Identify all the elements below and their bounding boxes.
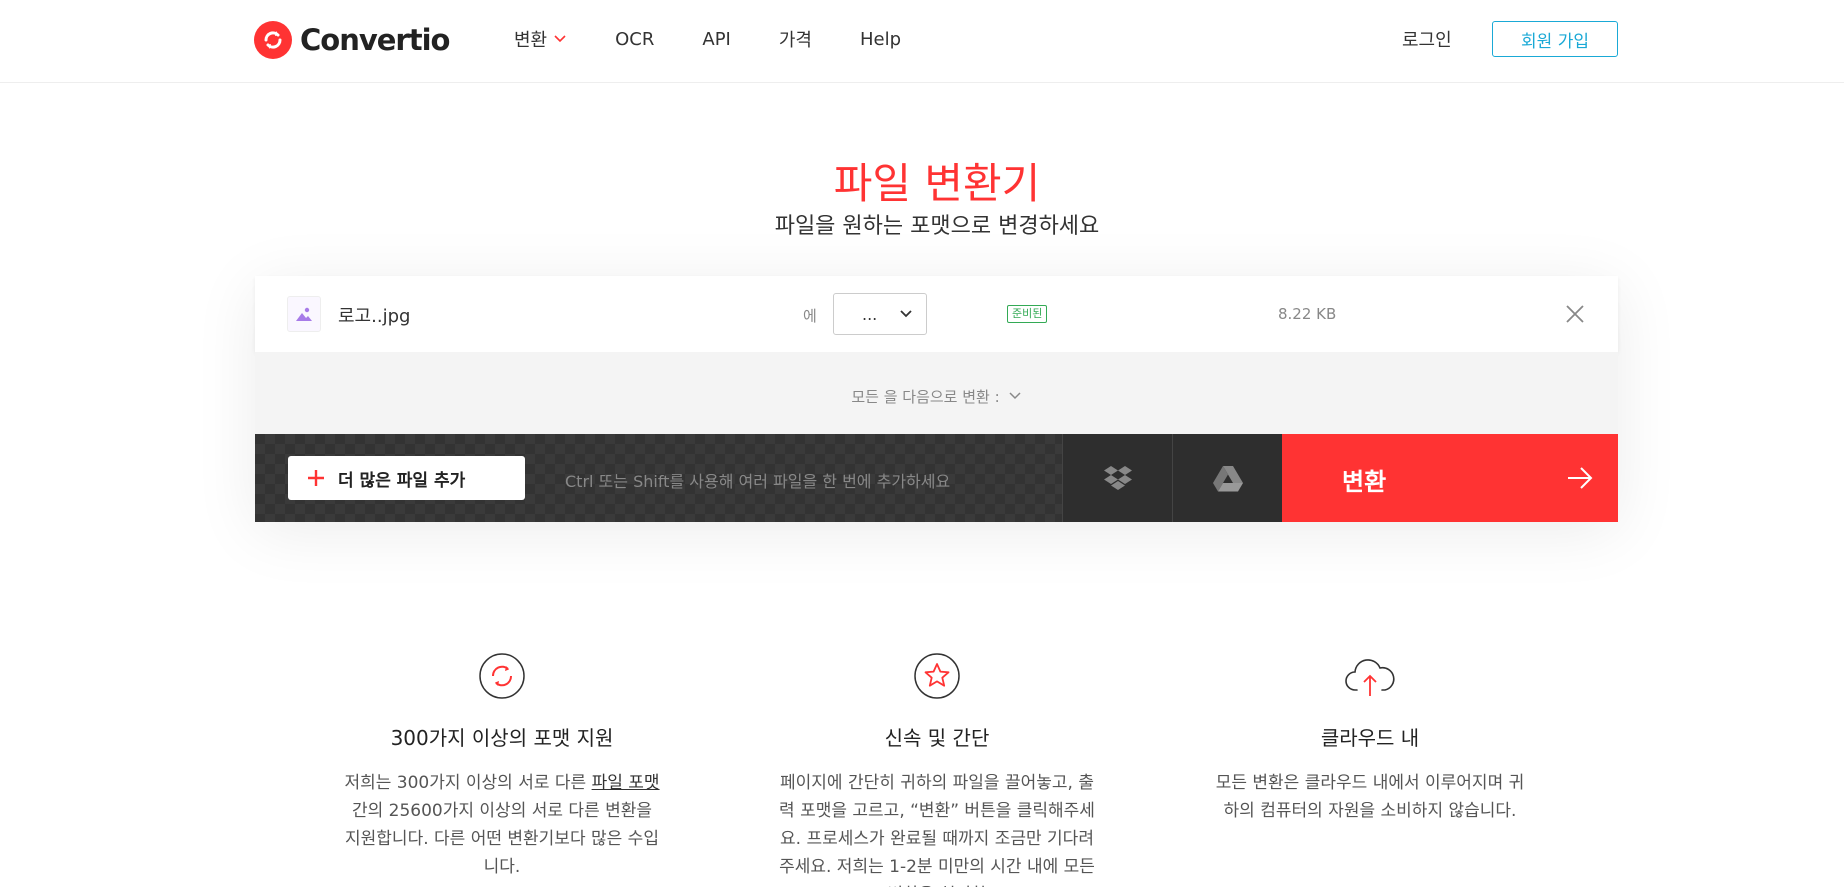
star-circle-icon <box>914 653 960 699</box>
feature-fast-simple: 신속 및 간단 페이지에 간단히 귀하의 파일을 끌어놓고, 출력 포맷을 고르… <box>777 652 1097 887</box>
feature-cloud: 클라우드 내 모든 변환은 클라우드 내에서 이루어지며 귀하의 컴퓨터의 자원… <box>1210 652 1530 825</box>
add-more-files-label: 더 많은 파일 추가 <box>338 470 466 491</box>
file-formats-link[interactable]: 파일 포맷 <box>592 773 660 793</box>
feature-title: 300가지 이상의 포맷 지원 <box>390 726 614 750</box>
feature-title: 신속 및 간단 <box>884 726 990 750</box>
chevron-down-icon <box>1009 392 1021 400</box>
close-icon[interactable] <box>1565 304 1585 324</box>
dropbox-button[interactable] <box>1062 434 1172 522</box>
nav-item-label: Help <box>859 28 902 50</box>
convert-button-label: 변환 <box>1342 468 1387 496</box>
convert-button[interactable]: 변환 <box>1282 434 1618 522</box>
google-drive-icon <box>1212 466 1243 492</box>
signup-button[interactable]: 회원 가입 <box>1492 21 1618 57</box>
action-bar: 더 많은 파일 추가 Ctrl 또는 Shift를 사용해 여러 파일을 한 번… <box>255 434 1618 522</box>
file-name: 로고..jpg <box>338 306 411 327</box>
chevron-down-icon <box>900 310 912 318</box>
feature-description: 모든 변환은 클라우드 내에서 이루어지며 귀하의 컴퓨터의 자원을 소비하지 … <box>1215 773 1525 821</box>
google-drive-button[interactable] <box>1172 434 1282 522</box>
refresh-circle-icon <box>479 653 525 699</box>
image-file-icon <box>287 296 321 332</box>
main-nav: 변환 OCR API 가격 Help <box>514 26 949 52</box>
nav-item-label: 변환 <box>514 30 548 51</box>
cloud-upload-icon <box>1345 659 1395 696</box>
nav-item-convert[interactable]: 변환 <box>514 26 567 52</box>
convert-all-label: 모든 을 다음으로 변환 : <box>851 387 1000 406</box>
converter-panel: 로고..jpg 에 ... 준비된 8.22 KB 모든 을 다음으로 변환 :… <box>255 276 1618 522</box>
nav-item-label: 가격 <box>778 30 812 51</box>
nav-item-label: API <box>702 28 731 50</box>
format-select-value: ... <box>862 304 878 324</box>
nav-item-pricing[interactable]: 가격 <box>779 26 812 52</box>
feature-formats: 300가지 이상의 포맷 지원 저희는 300가지 이상의 서로 다른 파일 포… <box>342 652 662 881</box>
multi-select-hint: Ctrl 또는 Shift를 사용해 여러 파일을 한 번에 추가하세요 <box>565 472 951 491</box>
nav-item-help[interactable]: Help <box>860 29 901 50</box>
add-more-files-button[interactable]: 더 많은 파일 추가 <box>288 456 525 500</box>
chevron-down-icon <box>554 35 566 43</box>
dropbox-icon <box>1103 466 1132 490</box>
to-label: 에 <box>803 307 817 325</box>
login-link[interactable]: 로그인 <box>1402 26 1452 52</box>
nav-item-ocr[interactable]: OCR <box>615 29 654 50</box>
convert-all-row[interactable]: 모든 을 다음으로 변환 : <box>255 352 1618 440</box>
status-badge: 준비된 <box>1007 305 1048 323</box>
file-size: 8.22 KB <box>1278 305 1337 323</box>
arrow-right-icon <box>1568 467 1593 489</box>
top-header: Convertio 변환 OCR API 가격 Help 로그인 회원 가입 <box>0 0 1844 83</box>
feature-title: 클라우드 내 <box>1320 726 1420 750</box>
convertio-logo[interactable]: Convertio <box>254 20 450 60</box>
output-format-select[interactable]: ... <box>833 293 927 335</box>
feature-description: 저희는 300가지 이상의 서로 다른 파일 포맷 간의 25600가지 이상의… <box>342 769 662 881</box>
nav-item-label: OCR <box>615 28 655 50</box>
plus-icon <box>308 470 324 486</box>
page-subtitle: 파일을 원하는 포맷으로 변경하세요 <box>774 214 1100 239</box>
brand-name: Convertio <box>300 23 450 57</box>
nav-item-api[interactable]: API <box>702 29 730 50</box>
file-row: 로고..jpg 에 ... 준비된 8.22 KB <box>255 276 1618 352</box>
feature-text-part: 저희는 300가지 이상의 서로 다른 <box>344 773 592 793</box>
page-title: 파일 변환기 <box>833 159 1041 208</box>
convertio-logo-icon <box>254 21 292 59</box>
feature-text-part: 간의 25600가지 이상의 서로 다른 변환을 지원합니다. 다른 어떤 변환… <box>345 801 659 877</box>
feature-description: 페이지에 간단히 귀하의 파일을 끌어놓고, 출력 포맷을 고르고, “변환” … <box>779 773 1095 887</box>
